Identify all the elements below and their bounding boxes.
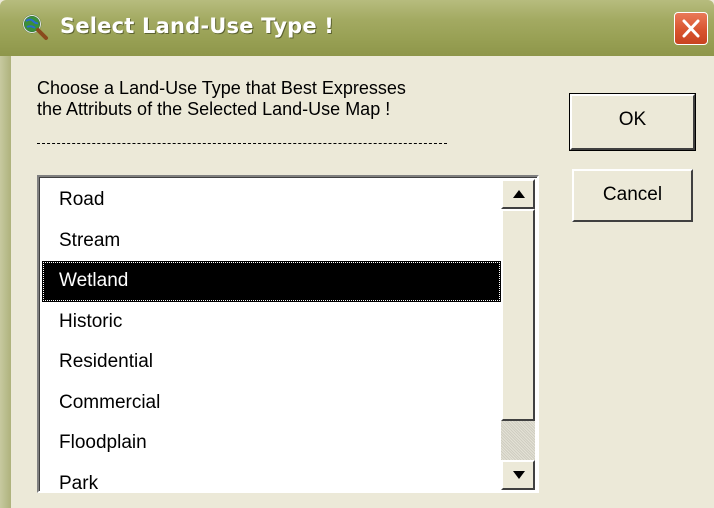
close-icon (682, 19, 700, 38)
list-item-park[interactable]: Park (42, 464, 501, 492)
list-item-commercial[interactable]: Commercial (42, 383, 501, 424)
globe-magnifier-icon (21, 13, 49, 41)
close-button[interactable] (674, 12, 708, 45)
land-use-listbox[interactable]: Road Stream Wetland Historic Residential… (37, 175, 539, 493)
window-frame-left (0, 56, 11, 508)
instruction-text: Choose a Land-Use Type that Best Express… (37, 78, 406, 120)
scroll-up-button[interactable] (501, 179, 535, 209)
dialog-window: Select Land-Use Type ! Choose a Land-Use… (0, 0, 714, 508)
cancel-button[interactable]: Cancel (572, 169, 693, 222)
arrow-down-icon (513, 471, 525, 479)
window-title: Select Land-Use Type ! (60, 14, 335, 38)
dashed-divider (37, 143, 447, 144)
arrow-up-icon (513, 190, 525, 198)
list-item-stream[interactable]: Stream (42, 221, 501, 262)
vertical-scrollbar[interactable] (501, 179, 535, 490)
title-bar[interactable]: Select Land-Use Type ! (0, 0, 714, 56)
list-item-historic[interactable]: Historic (42, 302, 501, 343)
list-item-residential[interactable]: Residential (42, 342, 501, 383)
instruction-line-2: the Attributs of the Selected Land-Use M… (37, 99, 391, 119)
list-item-road[interactable]: Road (42, 180, 501, 221)
instruction-line-1: Choose a Land-Use Type that Best Express… (37, 78, 406, 98)
scrollbar-thumb[interactable] (501, 209, 535, 421)
listbox-items: Road Stream Wetland Historic Residential… (42, 180, 501, 492)
scroll-down-button[interactable] (501, 460, 535, 490)
ok-button[interactable]: OK (569, 93, 696, 151)
list-item-floodplain[interactable]: Floodplain (42, 423, 501, 464)
list-item-wetland[interactable]: Wetland (42, 261, 501, 302)
